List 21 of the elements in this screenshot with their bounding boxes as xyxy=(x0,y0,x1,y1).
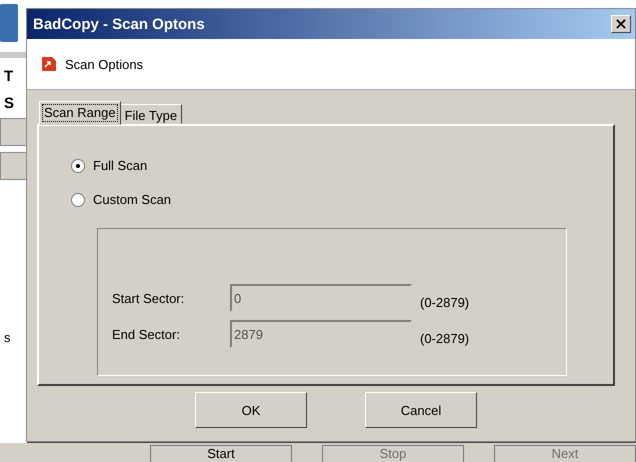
window-button[interactable]: Start xyxy=(150,445,292,462)
dialog-button[interactable]: Cancel xyxy=(365,392,477,428)
side-label: S xyxy=(3,95,16,112)
close-button[interactable]: × xyxy=(611,15,631,33)
window-title: BadCopy - Scan Optons xyxy=(33,16,206,32)
side-label: T xyxy=(3,68,14,85)
document-icon xyxy=(41,56,57,72)
tab[interactable]: File Type xyxy=(120,104,182,124)
radio-button[interactable] xyxy=(71,158,85,172)
side-label: s xyxy=(3,330,12,345)
field-label: Start Sector: xyxy=(112,290,186,306)
field-label: End Sector: xyxy=(112,326,181,342)
range-hint: (0-2879) xyxy=(420,330,470,346)
radio-button[interactable] xyxy=(71,192,85,206)
dialog-button[interactable]: OK xyxy=(195,392,307,428)
app-logo-icon xyxy=(0,4,18,42)
tab[interactable]: Scan Range xyxy=(39,101,121,125)
radio-label[interactable]: Custom Scan xyxy=(93,192,172,207)
range-hint: (0-2879) xyxy=(420,294,470,310)
radio-label[interactable]: Full Scan xyxy=(93,158,148,173)
header-title: Scan Options xyxy=(65,56,144,72)
